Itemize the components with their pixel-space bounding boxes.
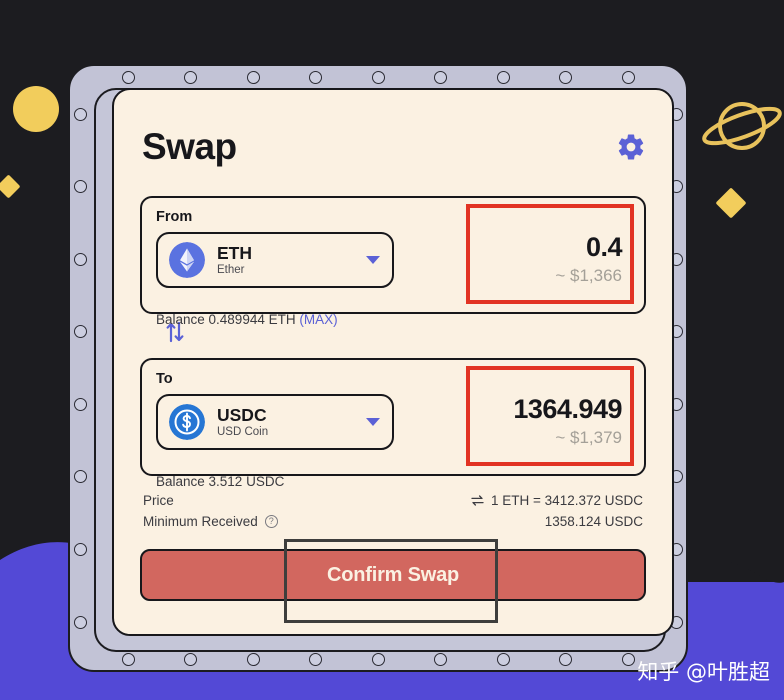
frame-screw — [73, 542, 87, 556]
frame-screw — [309, 652, 322, 666]
minimum-label-group: Minimum Received ? — [143, 514, 278, 529]
frame-screw — [434, 70, 447, 84]
frame-screw — [496, 70, 510, 84]
from-token-select[interactable]: ETH Ether — [156, 232, 394, 288]
price-label-group: Price — [143, 493, 174, 508]
chevron-down-icon[interactable] — [366, 256, 380, 264]
frame-screw — [121, 70, 135, 84]
to-token-name: USD Coin — [217, 426, 269, 439]
minimum-value-group: 1358.124 USDC — [545, 514, 643, 529]
price-row: Price 1 ETH = 3412.372 USDC — [143, 490, 643, 511]
frame-screw — [246, 652, 260, 666]
to-token-symbol: USDC — [217, 404, 267, 425]
price-info: Price 1 ETH = 3412.372 USDC Minimum Rece… — [140, 490, 646, 532]
card-header: Swap — [140, 116, 646, 178]
question-icon[interactable]: ? — [264, 515, 278, 528]
frame-screw — [621, 652, 635, 666]
decor-diamond-right-icon — [715, 187, 747, 219]
from-row: ETH Ether 0.4 ~ $1,366 — [156, 204, 634, 304]
from-token-name: Ether — [217, 264, 245, 277]
screenshot-root: Swap From ETH Ether 0.4 ~ $1,366 Balance… — [0, 0, 784, 700]
minimum-received-row: Minimum Received ? 1358.124 USDC — [143, 511, 643, 532]
frame-screw — [246, 70, 260, 84]
ethereum-icon — [169, 242, 205, 278]
to-balance-text: Balance 3.512 USDC — [156, 474, 285, 489]
frame-screw — [184, 652, 197, 666]
from-amount-input[interactable]: 0.4 — [470, 232, 623, 263]
usdc-icon — [169, 404, 205, 440]
minimum-received-label: Minimum Received — [143, 514, 258, 529]
to-row: USDC USD Coin 1364.949 ~ $1,379 — [156, 366, 634, 466]
to-panel: To USDC USD Coin 1364.949 ~ $1,379 Balan… — [140, 358, 646, 489]
frame-screw — [309, 70, 322, 84]
price-value-group: 1 ETH = 3412.372 USDC — [471, 493, 643, 508]
from-balance-text: Balance 0.489944 ETH — [156, 312, 296, 327]
max-button[interactable]: (MAX) — [299, 312, 337, 327]
from-panel: From ETH Ether 0.4 ~ $1,366 Balance 0.48… — [140, 196, 646, 327]
from-amount-usd: ~ $1,366 — [555, 266, 622, 285]
from-amount-box[interactable]: 0.4 ~ $1,366 — [466, 204, 634, 304]
decor-diamond-left-icon — [0, 174, 21, 199]
confirm-swap-button[interactable]: Confirm Swap — [140, 549, 646, 601]
to-token-select[interactable]: USDC USD Coin — [156, 394, 394, 450]
gear-icon[interactable] — [616, 132, 646, 162]
chevron-down-icon[interactable] — [366, 418, 380, 426]
frame-screw — [73, 397, 87, 411]
swap-card: Swap From ETH Ether 0.4 ~ $1,366 Balance… — [112, 88, 674, 636]
decor-planet-icon — [702, 102, 782, 150]
frame-screw — [184, 70, 197, 84]
from-balance-row: Balance 0.489944 ETH (MAX) — [156, 312, 630, 327]
frame-screw — [73, 252, 87, 266]
frame-screw — [73, 615, 87, 629]
from-token-symbol: ETH — [217, 242, 252, 263]
frame-screw — [73, 107, 87, 121]
to-amount-box[interactable]: 1364.949 ~ $1,379 — [466, 366, 634, 466]
decor-circle-icon — [13, 86, 59, 132]
minimum-received-value: 1358.124 USDC — [544, 514, 643, 529]
frame-screw — [371, 70, 385, 84]
to-balance-row: Balance 3.512 USDC — [156, 474, 630, 489]
frame-screw — [121, 652, 135, 666]
frame-screw — [73, 180, 87, 194]
frame-screw — [621, 70, 635, 84]
frame-screw — [559, 652, 572, 666]
frame-screw — [73, 325, 87, 339]
from-token-text: ETH Ether — [217, 242, 366, 277]
frame-screw — [73, 470, 87, 484]
swap-horizontal-icon[interactable] — [471, 495, 484, 506]
watermark: 知乎 @叶胜超 — [637, 660, 770, 684]
price-label: Price — [143, 493, 174, 508]
frame-screw — [559, 70, 572, 84]
frame-screw — [496, 652, 510, 666]
page-title: Swap — [142, 126, 237, 167]
to-token-text: USDC USD Coin — [217, 404, 366, 439]
frame-screw — [371, 652, 385, 666]
to-amount-usd: ~ $1,379 — [555, 428, 622, 447]
to-amount-input[interactable]: 1364.949 — [470, 394, 622, 425]
frame-screw — [434, 652, 447, 666]
price-value: 1 ETH = 3412.372 USDC — [491, 493, 643, 508]
